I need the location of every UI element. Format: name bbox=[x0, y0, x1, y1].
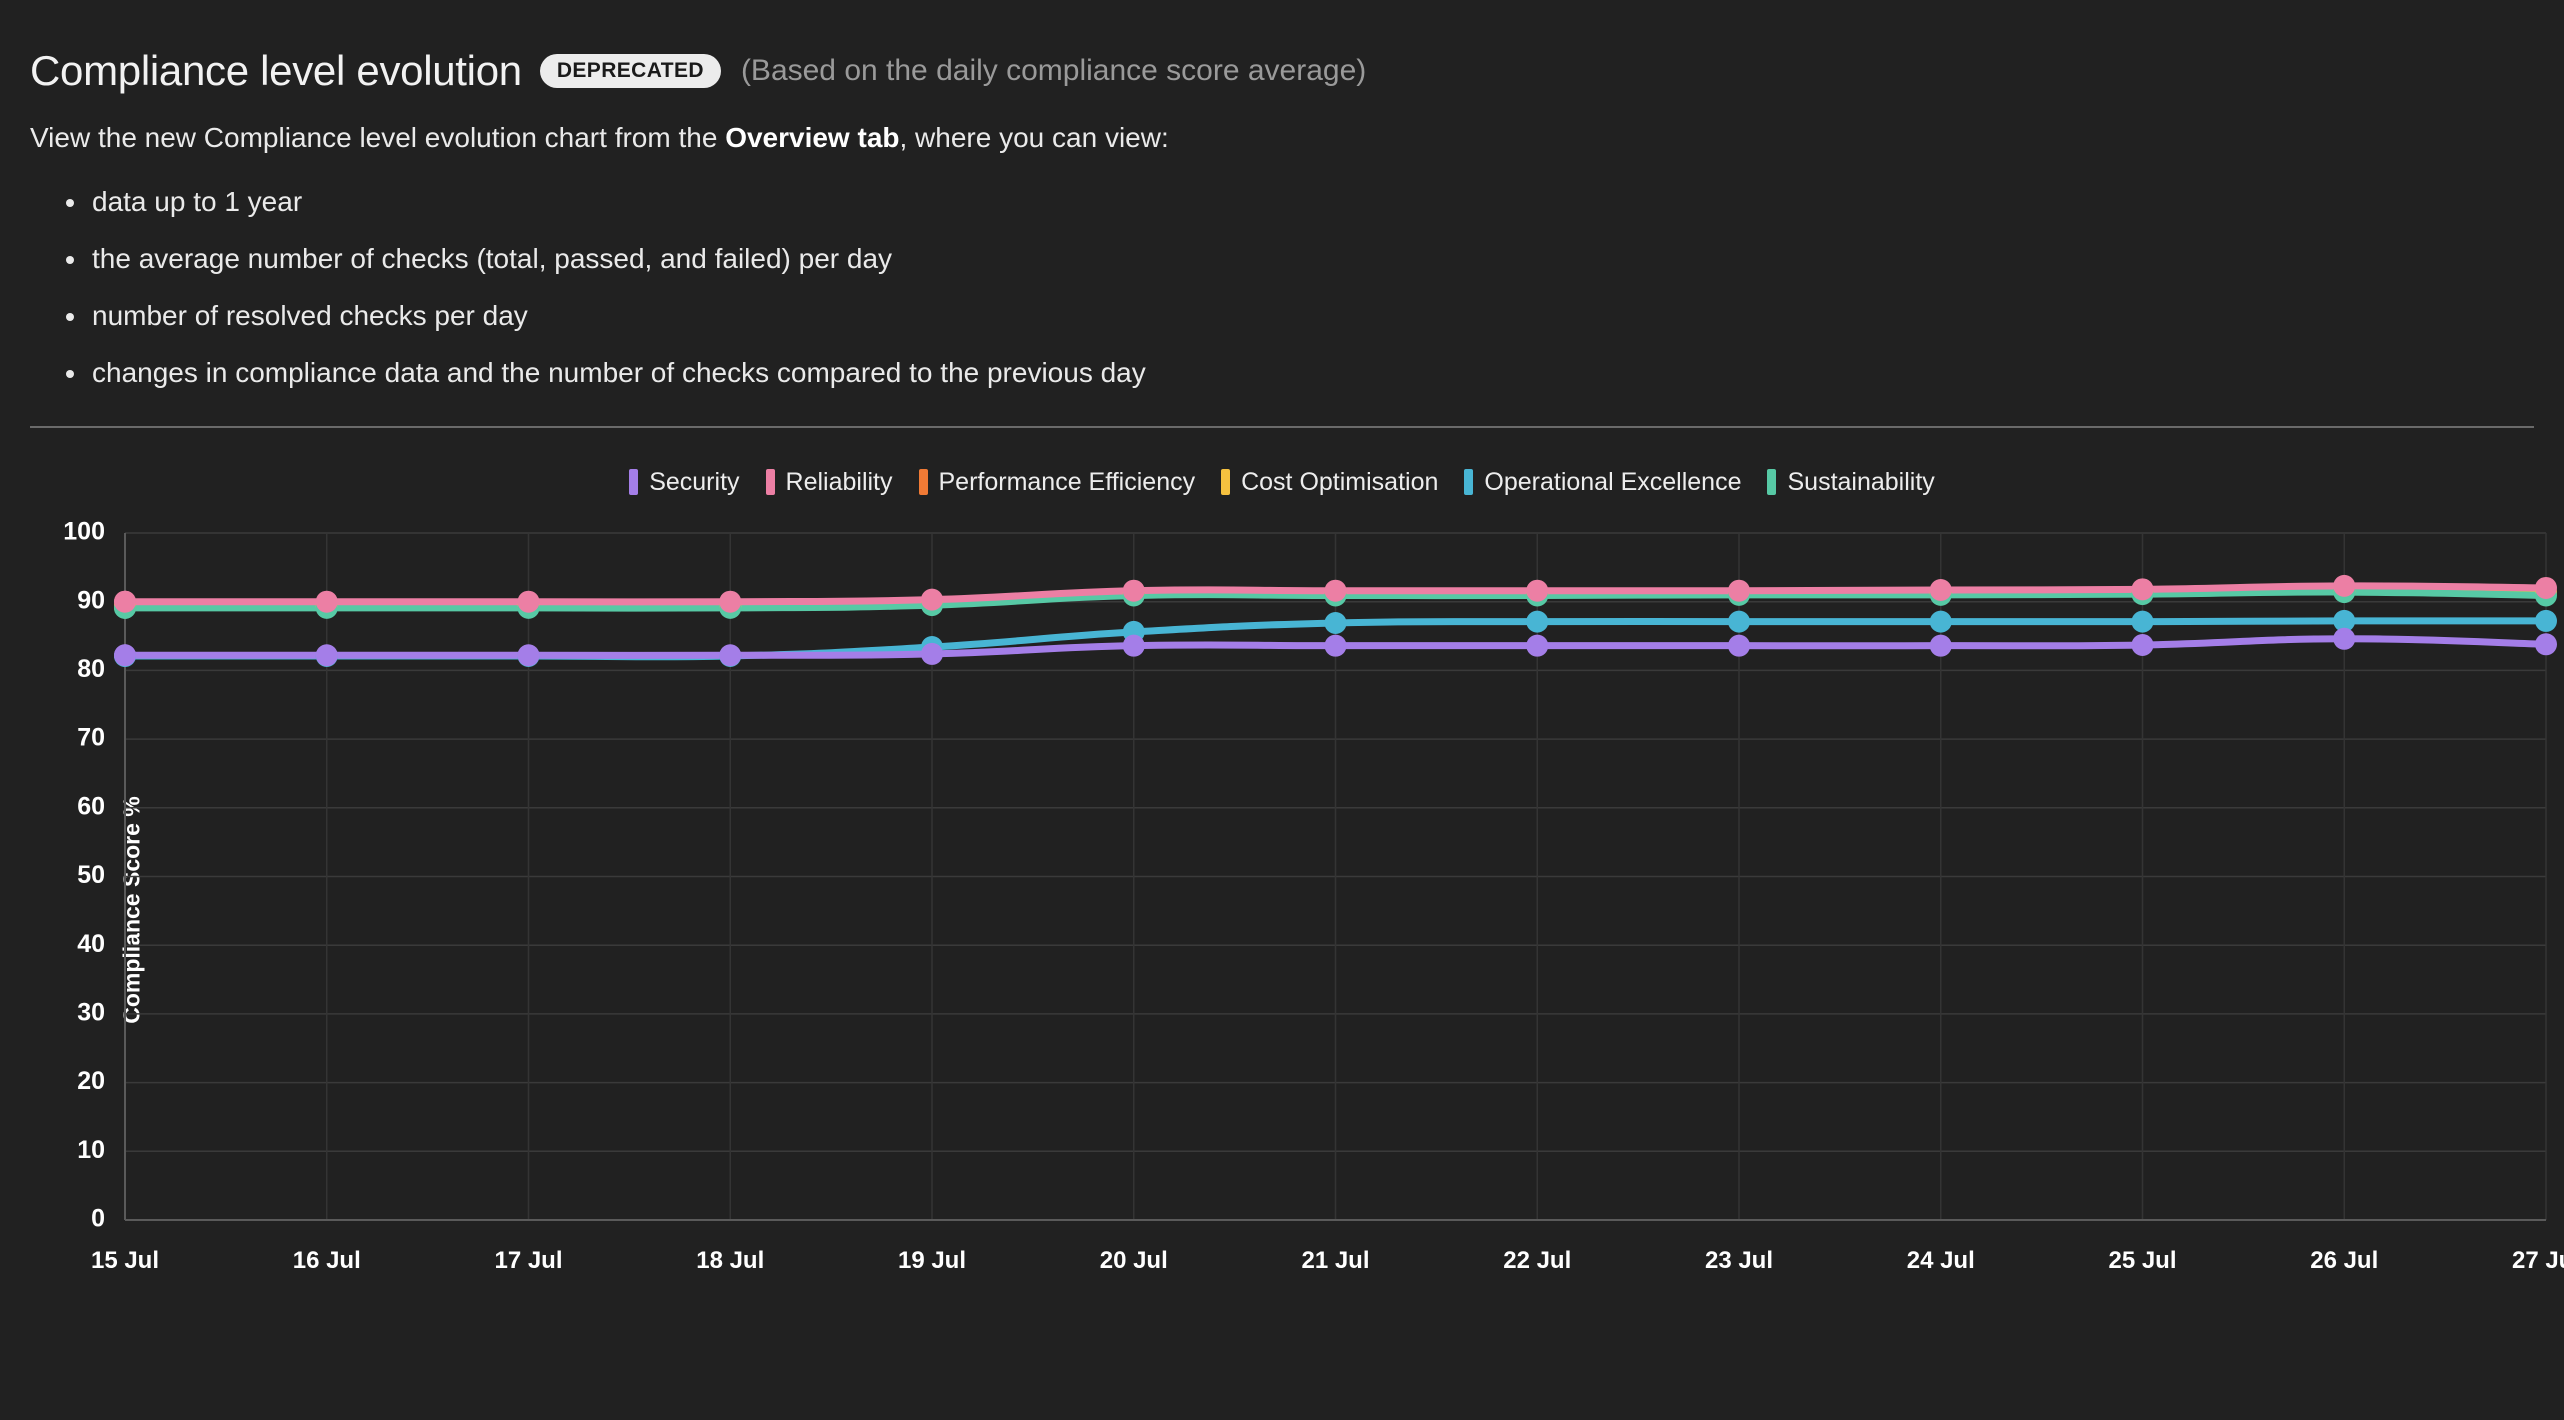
data-point[interactable] bbox=[1324, 579, 1347, 602]
x-tick-label: 25 Jul bbox=[2108, 1247, 2176, 1274]
lede-text-after: , where you can view: bbox=[899, 122, 1169, 154]
legend-item-label: Cost Optimisation bbox=[1241, 467, 1439, 496]
legend-swatch-icon bbox=[629, 469, 639, 496]
legend-item-label: Sustainability bbox=[1787, 467, 1935, 496]
x-tick-label: 16 Jul bbox=[293, 1247, 361, 1274]
data-point[interactable] bbox=[2535, 609, 2557, 632]
chart-legend: Security Reliability Performance Efficie… bbox=[0, 468, 2564, 497]
data-point[interactable] bbox=[517, 644, 540, 667]
legend-item-performance-efficiency[interactable]: Performance Efficiency bbox=[918, 467, 1196, 497]
data-point[interactable] bbox=[315, 644, 338, 667]
data-point[interactable] bbox=[2131, 633, 2154, 656]
y-tick-label: 40 bbox=[77, 930, 105, 958]
data-point[interactable] bbox=[1728, 610, 1750, 633]
data-point[interactable] bbox=[1526, 579, 1549, 602]
header-block: Compliance level evolution DEPRECATED (B… bbox=[0, 0, 2564, 394]
legend-item-operational-excellence[interactable]: Operational Excellence bbox=[1464, 468, 1741, 497]
y-tick-label: 10 bbox=[77, 1136, 105, 1164]
data-point[interactable] bbox=[1526, 610, 1549, 633]
title-row: Compliance level evolution DEPRECATED (B… bbox=[30, 47, 2524, 94]
data-point[interactable] bbox=[1929, 610, 1952, 633]
legend-item-security[interactable]: Security bbox=[629, 467, 740, 497]
data-point[interactable] bbox=[921, 642, 943, 665]
data-point[interactable] bbox=[1324, 611, 1347, 634]
chart-area: Compliance Score % 0 10 20 30 40 50 60 70 80 90 10… bbox=[0, 515, 2564, 1305]
data-point[interactable] bbox=[2131, 610, 2154, 633]
data-point[interactable] bbox=[1122, 579, 1145, 602]
legend-item-label: Performance Efficiency bbox=[938, 467, 1196, 496]
data-point[interactable] bbox=[2131, 578, 2154, 601]
y-tick-label: 90 bbox=[77, 586, 105, 614]
x-tick-label: 24 Jul bbox=[1907, 1247, 1975, 1274]
data-point[interactable] bbox=[1122, 634, 1145, 657]
y-tick-label: 50 bbox=[77, 861, 105, 889]
legend-swatch-icon bbox=[1464, 469, 1474, 496]
data-point[interactable] bbox=[719, 590, 742, 613]
x-tick-label: 27 Jul bbox=[2512, 1247, 2564, 1274]
section-divider bbox=[30, 425, 2534, 428]
x-tick-label: 21 Jul bbox=[1301, 1247, 1369, 1274]
data-point[interactable] bbox=[2535, 633, 2557, 656]
feature-bullet-list: data up to 1 year the average number of … bbox=[30, 181, 2524, 394]
data-point[interactable] bbox=[921, 588, 943, 611]
y-tick-label: 60 bbox=[77, 792, 105, 820]
line-chart-svg[interactable]: 0 10 20 30 40 50 60 70 80 90 100 15 Jul 16 Jul 17 Jul… bbox=[0, 515, 2564, 1305]
x-tick-label: 17 Jul bbox=[494, 1247, 562, 1274]
data-point[interactable] bbox=[517, 590, 540, 613]
data-point[interactable] bbox=[719, 644, 742, 667]
y-tick-label: 0 bbox=[91, 1204, 105, 1232]
data-point[interactable] bbox=[114, 590, 136, 613]
list-item: data up to 1 year bbox=[66, 181, 2524, 223]
y-tick-label: 80 bbox=[77, 655, 105, 683]
y-tick-label: 20 bbox=[77, 1067, 105, 1095]
x-tick-label: 15 Jul bbox=[91, 1247, 159, 1274]
data-point[interactable] bbox=[1728, 634, 1750, 657]
data-point[interactable] bbox=[2535, 576, 2557, 599]
x-tick-label: 26 Jul bbox=[2310, 1247, 2378, 1274]
title-note: (Based on the daily compliance score ave… bbox=[740, 54, 1367, 88]
x-tick-label: 22 Jul bbox=[1503, 1247, 1571, 1274]
lede-paragraph: View the new Compliance level evolution … bbox=[30, 118, 2524, 159]
data-point[interactable] bbox=[1929, 578, 1952, 601]
data-point[interactable] bbox=[2333, 574, 2356, 597]
legend-item-label: Operational Excellence bbox=[1484, 467, 1742, 496]
data-point[interactable] bbox=[315, 590, 338, 613]
legend-item-label: Security bbox=[649, 467, 740, 496]
x-tick-label: 20 Jul bbox=[1100, 1247, 1168, 1274]
legend-swatch-icon bbox=[1221, 469, 1231, 496]
data-point[interactable] bbox=[1728, 579, 1750, 602]
deprecated-badge: DEPRECATED bbox=[539, 54, 721, 89]
list-item: changes in compliance data and the numbe… bbox=[66, 352, 2524, 394]
compliance-evolution-page: Compliance level evolution DEPRECATED (B… bbox=[0, 0, 2564, 1420]
data-point[interactable] bbox=[1324, 634, 1347, 657]
data-point[interactable] bbox=[2333, 627, 2356, 650]
data-point[interactable] bbox=[114, 644, 136, 667]
y-tick-label: 30 bbox=[77, 998, 105, 1026]
y-tick-label: 70 bbox=[77, 723, 105, 751]
x-tick-label: 18 Jul bbox=[696, 1247, 764, 1274]
overview-tab-link[interactable]: Overview tab bbox=[725, 122, 899, 153]
legend-item-reliability[interactable]: Reliability bbox=[765, 467, 893, 497]
plot-wrap[interactable]: 0 10 20 30 40 50 60 70 80 90 100 15 Jul 16 Jul 17 Jul… bbox=[0, 515, 2564, 1305]
legend-swatch-icon bbox=[765, 469, 775, 496]
lede-text-before: View the new Compliance level evolution … bbox=[30, 122, 726, 154]
data-point[interactable] bbox=[1526, 634, 1549, 657]
legend-swatch-icon bbox=[1767, 469, 1777, 496]
data-point[interactable] bbox=[1929, 634, 1952, 657]
legend-item-sustainability[interactable]: Sustainability bbox=[1767, 467, 1935, 497]
list-item: number of resolved checks per day bbox=[66, 295, 2524, 337]
x-tick-label: 19 Jul bbox=[898, 1247, 966, 1274]
list-item: the average number of checks (total, pas… bbox=[66, 238, 2524, 280]
legend-swatch-icon bbox=[918, 469, 928, 496]
legend-item-label: Reliability bbox=[785, 467, 893, 496]
legend-item-cost-optimisation[interactable]: Cost Optimisation bbox=[1221, 468, 1438, 497]
x-tick-label: 23 Jul bbox=[1705, 1247, 1773, 1274]
page-title: Compliance level evolution bbox=[30, 47, 522, 94]
y-tick-label: 100 bbox=[63, 517, 105, 545]
